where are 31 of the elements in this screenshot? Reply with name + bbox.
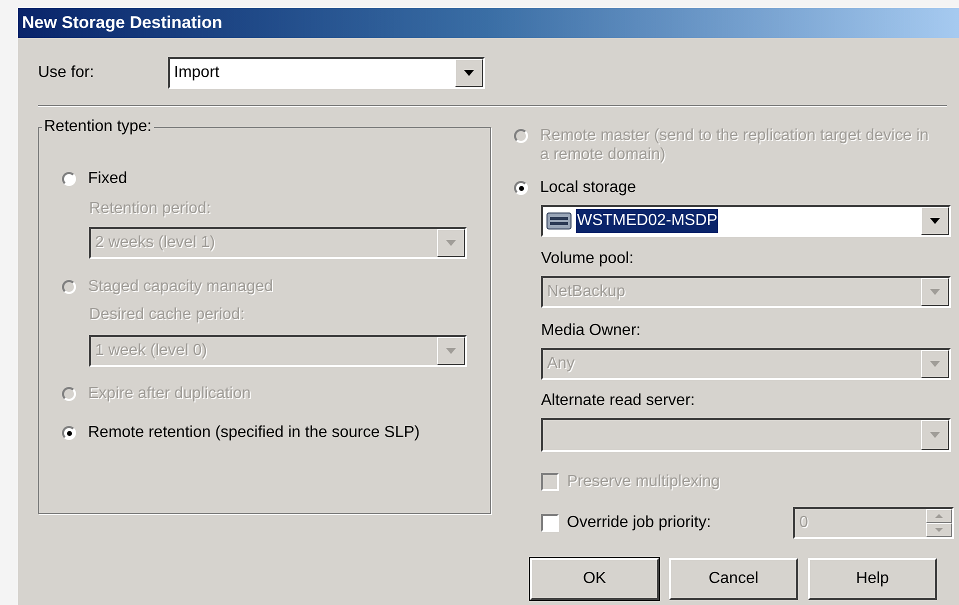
- window-title: New Storage Destination: [22, 12, 222, 34]
- caret-icon: [930, 432, 940, 438]
- radio-button[interactable]: [62, 172, 76, 186]
- dropdown[interactable]: WSTMED02-MSDP: [541, 205, 951, 237]
- field-label: Media Owner:: [541, 321, 642, 341]
- caret-icon: [930, 361, 940, 367]
- field-label: Alternate read server:: [541, 391, 696, 411]
- dropdown-button[interactable]: [455, 59, 483, 87]
- dialog-button[interactable]: Help: [808, 558, 937, 600]
- dialog-button[interactable]: OK: [530, 558, 659, 600]
- caret-icon: [464, 70, 474, 76]
- radio-label: Local storage: [540, 178, 638, 197]
- checkbox[interactable]: [541, 514, 559, 532]
- field-label: Use for:: [38, 63, 96, 83]
- caret-icon: [930, 218, 940, 224]
- group-title: Retention type:: [43, 117, 153, 137]
- down-arrow-icon: [934, 527, 944, 533]
- checkbox-label: Override job priority:: [566, 513, 712, 533]
- caret-icon: [446, 240, 456, 246]
- caret-icon: [930, 289, 940, 295]
- radio-button[interactable]: [514, 181, 528, 195]
- disk-drive-icon: [546, 211, 572, 231]
- radio-button[interactable]: [62, 426, 76, 440]
- radio-label: Fixed: [88, 169, 128, 188]
- caret-icon: [446, 348, 456, 354]
- up-arrow-icon: [934, 513, 944, 519]
- radio-label: Remote retention (specified in the source SLP): [88, 423, 420, 442]
- field-label: Volume pool:: [541, 249, 635, 269]
- dropdown[interactable]: Import: [168, 57, 485, 89]
- dropdown-button[interactable]: [921, 207, 949, 235]
- dialog-button[interactable]: Cancel: [669, 558, 798, 600]
